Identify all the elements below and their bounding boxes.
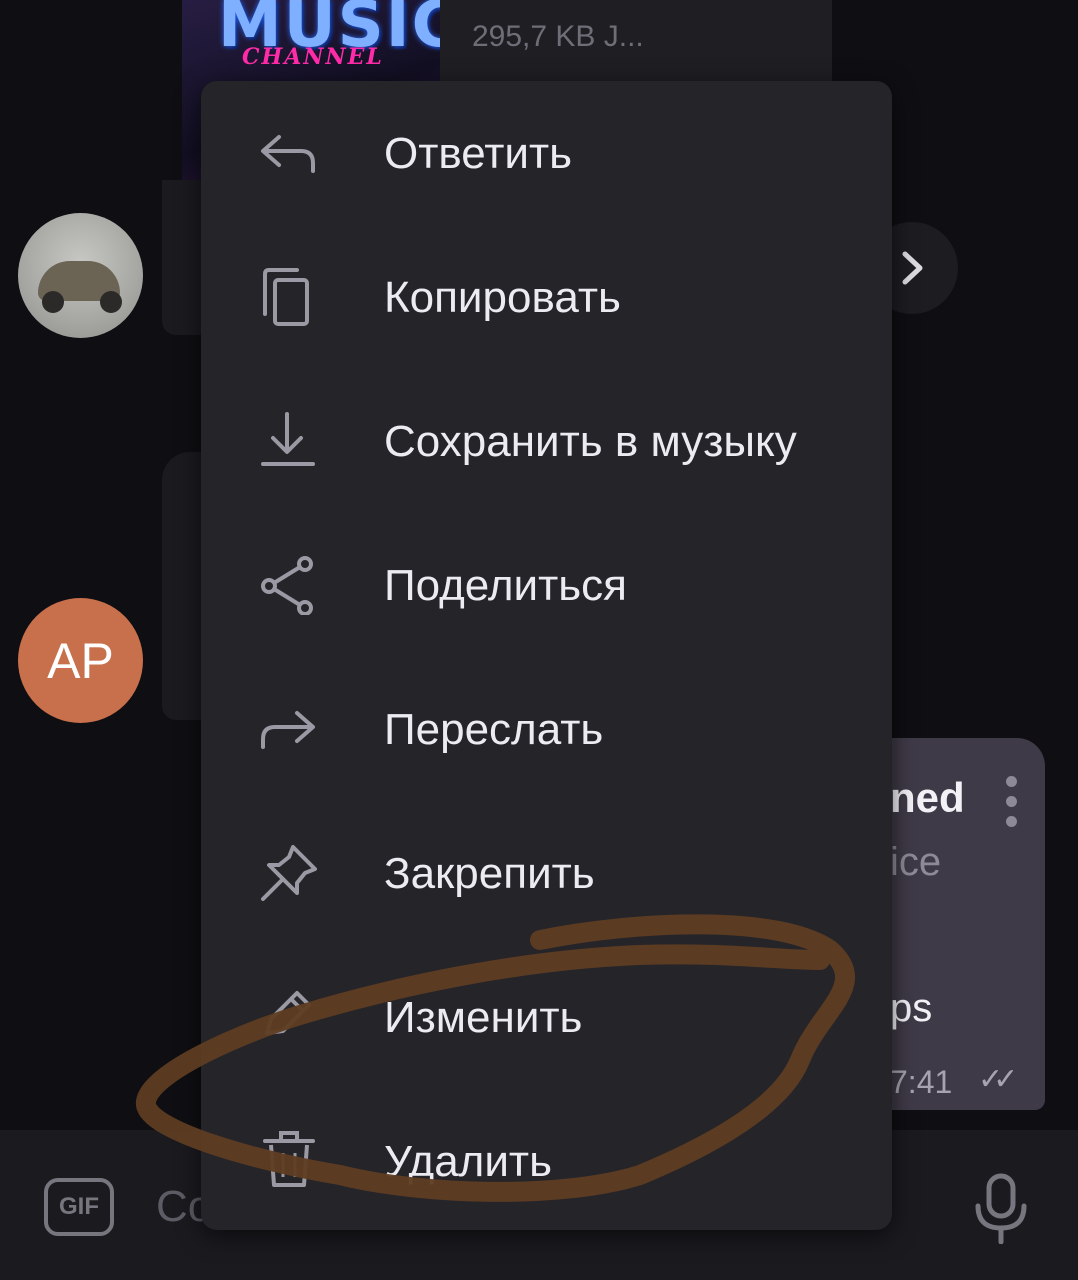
read-checks-icon: ✓✓ — [978, 1063, 1018, 1096]
menu-item-save-to-music[interactable]: Сохранить в музыку — [201, 371, 892, 515]
avatar-initials[interactable]: AP — [18, 598, 143, 723]
more-options-icon[interactable] — [1006, 776, 1018, 836]
menu-item-edit[interactable]: Изменить — [201, 947, 892, 1091]
chat-screen: MUSIC CHANNEL 295,7 KB J... AP ned ice p… — [0, 0, 1078, 1280]
microphone-icon[interactable] — [970, 1172, 1032, 1244]
menu-item-label: Закрепить — [384, 849, 595, 898]
menu-item-label: Копировать — [384, 273, 621, 322]
menu-item-delete[interactable]: Удалить — [201, 1091, 892, 1230]
file-meta: 295,7 KB J... — [472, 20, 644, 53]
menu-item-share[interactable]: Поделиться — [201, 515, 892, 659]
avatar[interactable] — [18, 213, 143, 338]
thumbnail-subtitle: CHANNEL — [242, 44, 384, 70]
message-time: 7:41 — [890, 1064, 953, 1100]
pin-icon — [261, 845, 317, 901]
menu-item-copy[interactable]: Копировать — [201, 227, 892, 371]
menu-item-label: Поделиться — [384, 561, 627, 610]
reply-icon — [261, 135, 315, 173]
avatar-image-wheel — [100, 291, 122, 313]
edit-icon — [265, 991, 311, 1035]
download-icon — [261, 412, 315, 466]
menu-item-label: Сохранить в музыку — [384, 417, 797, 466]
message-text-line: ice — [890, 840, 942, 884]
menu-item-forward[interactable]: Переслать — [201, 659, 892, 803]
trash-icon — [263, 1131, 315, 1187]
message-text-line: ps — [890, 986, 933, 1030]
chevron-right-icon — [902, 251, 923, 285]
gif-button[interactable]: GIF — [44, 1178, 114, 1236]
menu-item-reply[interactable]: Ответить — [201, 83, 892, 227]
message-text-line: ned — [890, 774, 965, 821]
menu-item-label: Ответить — [384, 129, 573, 178]
menu-item-label: Изменить — [384, 993, 583, 1042]
menu-item-pin[interactable]: Закрепить — [201, 803, 892, 947]
menu-item-label: Удалить — [384, 1137, 552, 1186]
avatar-image-wheel — [42, 291, 64, 313]
menu-item-label: Переслать — [384, 705, 604, 754]
copy-icon — [263, 268, 309, 326]
message-context-menu: Ответить Копировать Сохранить в музыку П… — [201, 81, 892, 1230]
forward-icon — [261, 711, 315, 749]
share-icon — [261, 556, 313, 615]
